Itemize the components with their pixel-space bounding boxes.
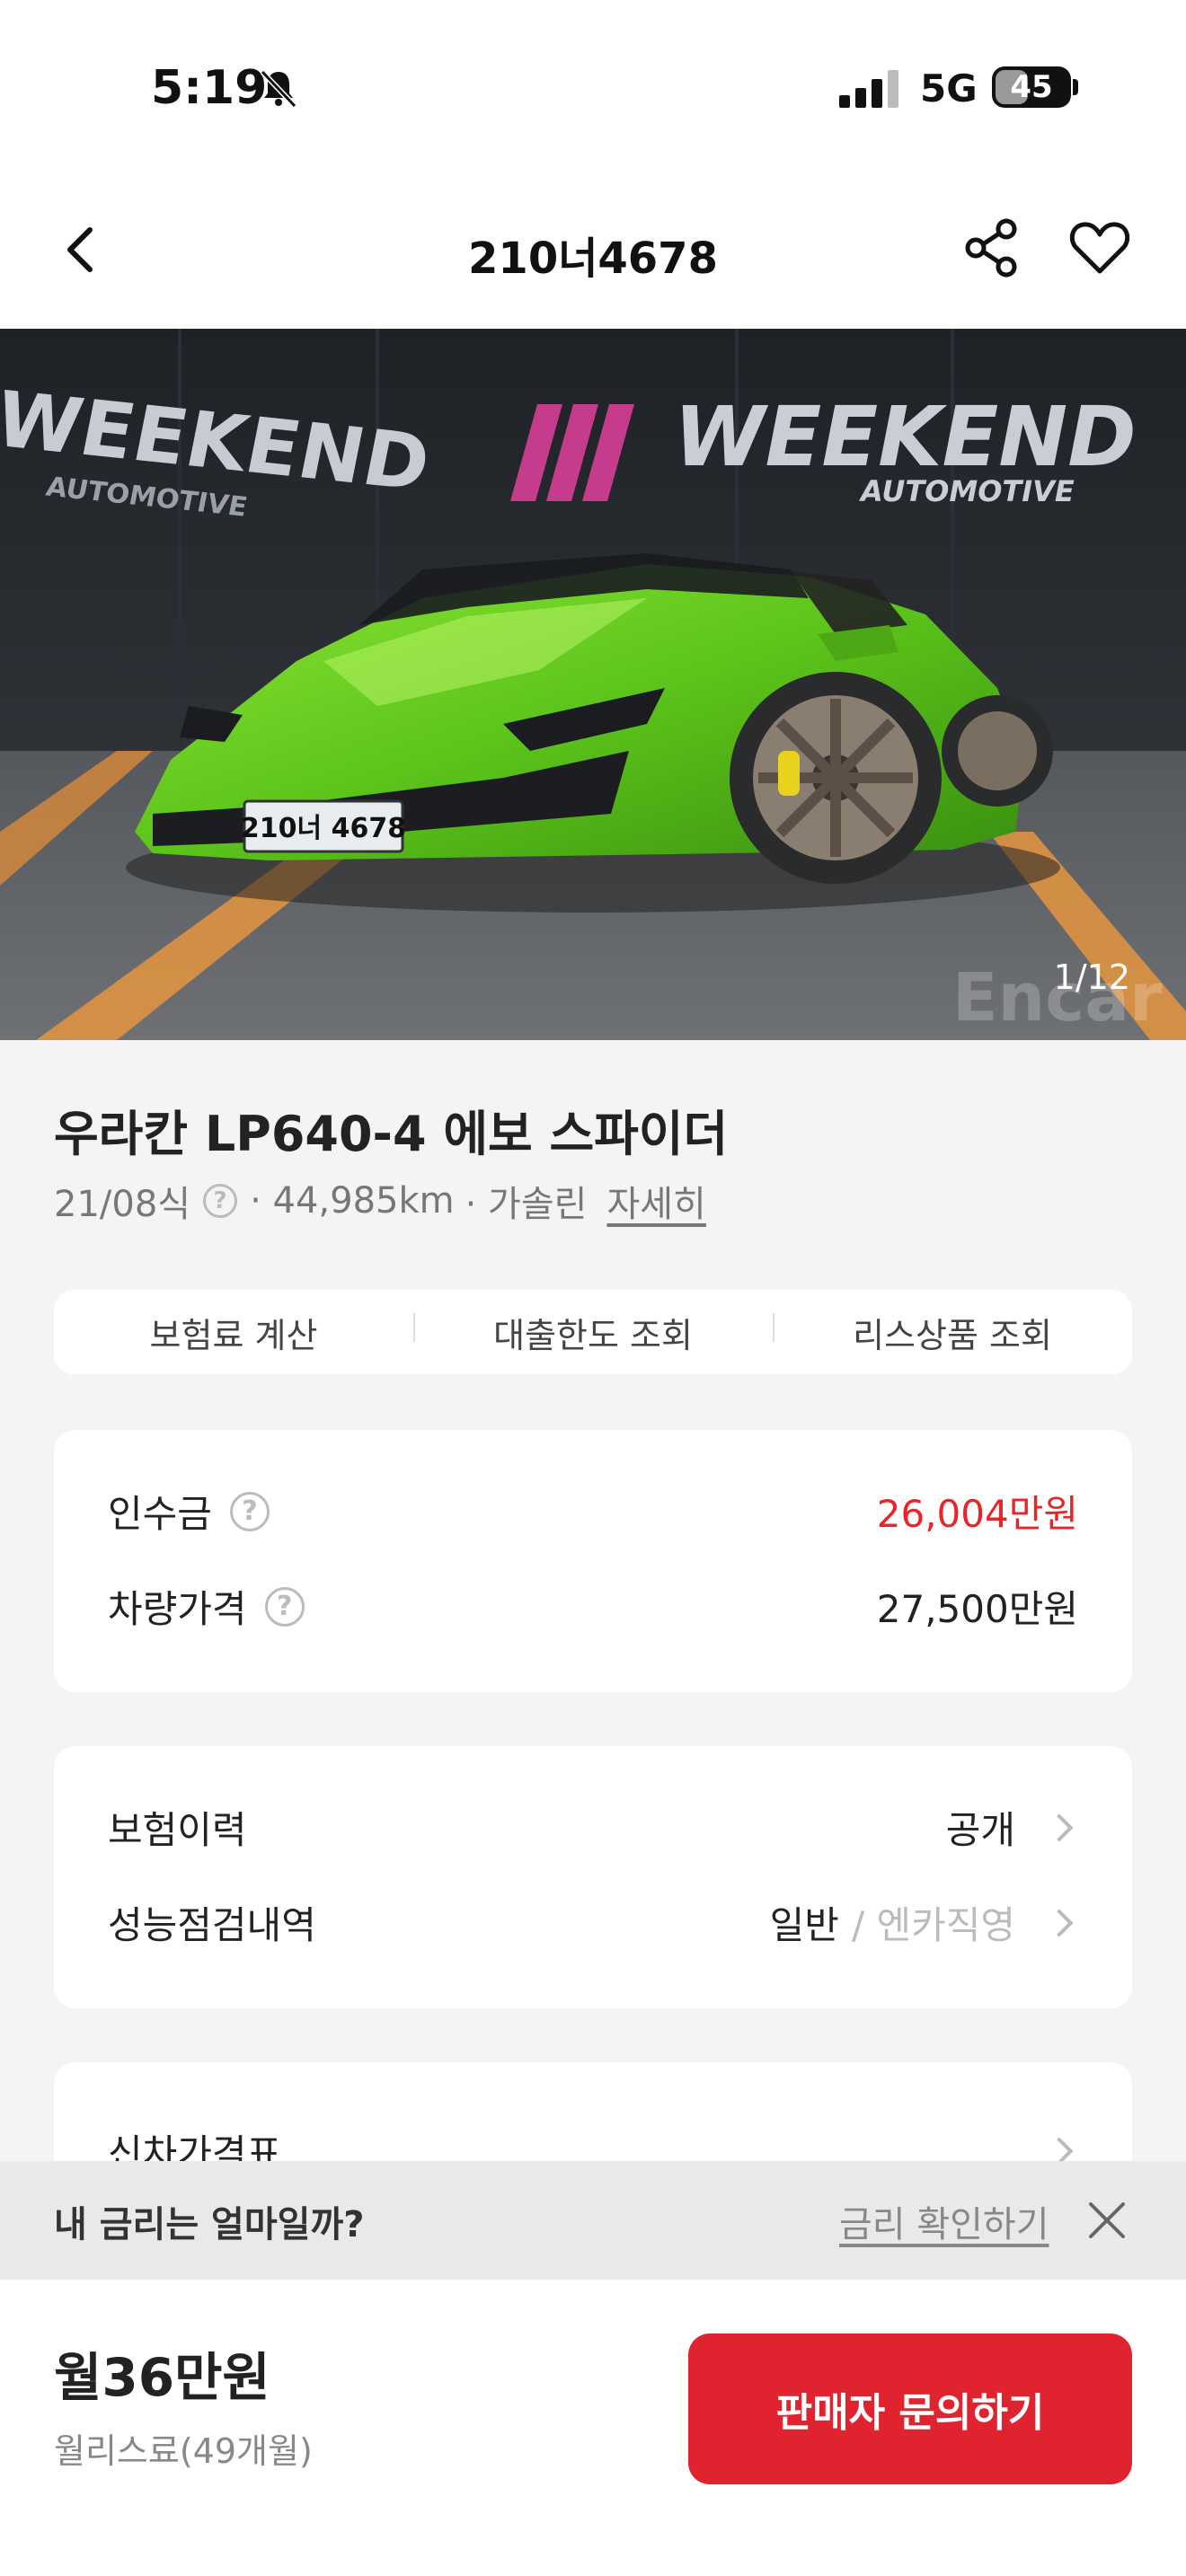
battery-percent: 45 — [1010, 69, 1053, 105]
contact-seller-button[interactable]: 판매자 문의하기 — [688, 2333, 1132, 2484]
car-title: 우라칸 LP640-4 에보 스파이더 — [54, 1106, 729, 1162]
top-nav-bar: 210너4678 — [0, 171, 1186, 329]
car-meta: 21/08식 ? · 44,985km · 가솔린 자세히 — [54, 1175, 706, 1227]
network-label: 5G — [920, 66, 978, 110]
inspection-row[interactable]: 성능점검내역 일반 / 엔카직영 — [108, 1895, 1078, 1950]
car-mileage: · 44,985km — [250, 1180, 455, 1222]
monthly-price: 월36만원 — [54, 2347, 270, 2408]
takeover-value: 26,004만원 — [876, 1492, 1078, 1536]
takeover-label: 인수금 ? — [108, 1484, 270, 1539]
insurance-history-row[interactable]: 보험이력 공개 — [108, 1800, 1078, 1855]
chevron-right-icon — [1045, 1813, 1074, 1842]
inspection-value: 일반 / 엔카직영 — [770, 1895, 1078, 1950]
status-time: 5:19 — [151, 61, 268, 115]
rate-check-link[interactable]: 금리 확인하기 — [839, 2195, 1049, 2247]
battery-indicator: 45 — [992, 66, 1071, 108]
bell-off-icon — [260, 69, 297, 109]
share-icon[interactable] — [963, 217, 1019, 278]
monthly-note: 월리스료(49개월) — [54, 2431, 313, 2471]
takeover-row: 인수금 ? 26,004만원 — [108, 1484, 1078, 1539]
battery-cap — [1073, 79, 1078, 95]
inspection-value-text: 일반 — [769, 1903, 839, 1947]
status-bar: 5:19 5G 45 — [0, 0, 1186, 171]
svg-text:210너 4678: 210너 4678 — [241, 813, 406, 844]
vehicle-price-help-icon[interactable]: ? — [264, 1586, 305, 1627]
rate-question: 내 금리는 얼마일까? — [54, 2204, 365, 2245]
inspection-sub-text: / 엔카직영 — [851, 1903, 1015, 1947]
quick-action-tabs: 보험료 계산 대출한도 조회 리스상품 조회 — [54, 1290, 1132, 1374]
car-photo: WEEKEND AUTOMOTIVE WEEKEND AUTOMOTIVE 21… — [0, 329, 1186, 1040]
photo-counter: 1/12 — [1053, 957, 1130, 997]
year-help-icon[interactable]: ? — [203, 1184, 238, 1218]
history-card: 보험이력 공개 성능점검내역 일반 / 엔카직영 — [54, 1746, 1132, 2008]
inspection-label: 성능점검내역 — [108, 1903, 316, 1947]
rate-banner: 내 금리는 얼마일까? 금리 확인하기 — [0, 2161, 1186, 2280]
heart-icon[interactable] — [1069, 219, 1130, 277]
insurance-history-value-text: 공개 — [945, 1808, 1015, 1852]
vehicle-price-row: 차량가격 ? 27,500만원 — [108, 1579, 1078, 1634]
close-icon[interactable] — [1087, 2201, 1127, 2240]
price-card: 인수금 ? 26,004만원 차량가격 ? 27,500만원 — [54, 1430, 1132, 1692]
vehicle-price-label-text: 차량가격 — [108, 1587, 247, 1631]
car-fuel: · 가솔린 — [465, 1184, 588, 1225]
insurance-history-label: 보험이력 — [108, 1808, 247, 1852]
svg-text:WEEKEND: WEEKEND — [674, 389, 1137, 485]
bottom-action-bar: 월36만원 월리스료(49개월) 판매자 문의하기 — [0, 2280, 1186, 2576]
signal-icon — [839, 70, 898, 108]
takeover-help-icon[interactable]: ? — [229, 1491, 270, 1531]
takeover-label-text: 인수금 — [108, 1492, 212, 1536]
car-year: 21/08식 — [54, 1184, 191, 1225]
tab-insurance-calc[interactable]: 보험료 계산 — [54, 1308, 413, 1357]
chevron-right-icon — [1045, 1908, 1074, 1937]
insurance-history-value: 공개 — [946, 1800, 1078, 1855]
tab-loan-limit[interactable]: 대출한도 조회 — [413, 1308, 773, 1357]
car-photo-gallery[interactable]: WEEKEND AUTOMOTIVE WEEKEND AUTOMOTIVE 21… — [0, 329, 1186, 1040]
svg-text:AUTOMOTIVE: AUTOMOTIVE — [858, 474, 1075, 508]
vehicle-price-label: 차량가격 ? — [108, 1579, 305, 1634]
vehicle-price-value: 27,500만원 — [876, 1587, 1078, 1631]
new-car-price-chevron — [1015, 2136, 1078, 2166]
tab-lease-products[interactable]: 리스상품 조회 — [773, 1308, 1132, 1357]
detail-link[interactable]: 자세히 — [606, 1175, 705, 1227]
